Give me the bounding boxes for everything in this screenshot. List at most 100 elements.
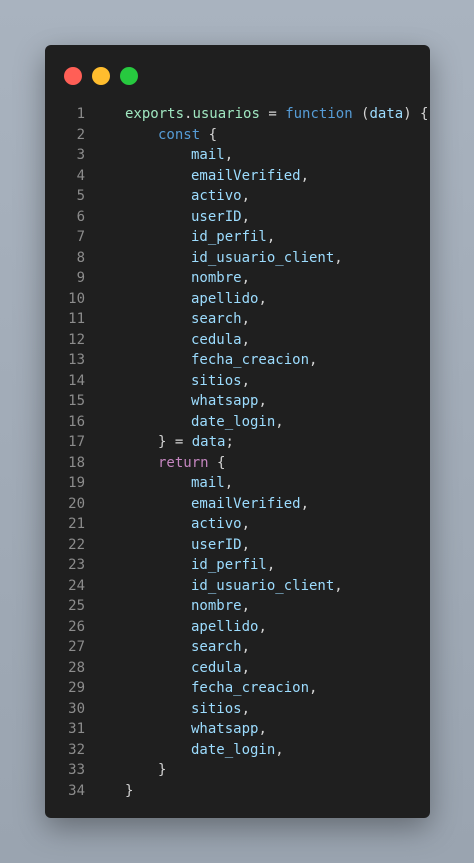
code-token: , (241, 270, 251, 286)
line-number: 7 (76, 229, 85, 245)
code-token: } (125, 782, 134, 799)
code-token: sitios (191, 372, 242, 389)
code-token: activo (191, 516, 242, 532)
line-number: 4 (76, 167, 85, 184)
code-text: activo, (105, 186, 250, 207)
code-line: 20 emailVerified, (45, 494, 430, 515)
line-number: 24 (68, 577, 85, 594)
line-number: 12 (68, 331, 85, 348)
code-token: fecha_creacion (191, 352, 310, 368)
line-number: 5 (76, 188, 85, 204)
code-token: emailVerified (191, 167, 301, 184)
code-line: 28 cedula, (45, 658, 430, 679)
code-token: , (275, 413, 284, 430)
code-text: exports.usuarios = function (data) { (105, 104, 429, 125)
code-text: userID, (105, 535, 250, 556)
minimize-button[interactable] (92, 67, 110, 85)
code-token: ) { (403, 106, 429, 122)
code-text: sitios, (105, 371, 250, 392)
code-token: , (241, 208, 251, 225)
code-token: , (224, 475, 234, 491)
code-text: id_perfil, (105, 555, 275, 576)
code-token: , (241, 659, 251, 676)
code-line: 4 emailVerified, (45, 166, 430, 187)
code-line: 6 userID, (45, 207, 430, 228)
code-text: userID, (105, 207, 250, 228)
code-token: date_login (191, 413, 276, 430)
code-token: , (241, 372, 251, 389)
code-editor: 1 exports.usuarios = function (data) {2 co… (45, 104, 430, 801)
code-token: , (309, 680, 318, 696)
code-token: exports (125, 106, 185, 122)
code-line: 12 cedula, (45, 330, 430, 351)
close-button[interactable] (64, 67, 82, 85)
code-text: cedula, (105, 330, 250, 351)
code-token: , (258, 290, 267, 307)
code-line: 10 apellido, (45, 289, 430, 310)
line-number: 31 (68, 721, 85, 737)
code-token: search (191, 311, 242, 327)
line-number: 15 (68, 393, 85, 409)
code-token: { (208, 454, 226, 471)
code-text: } (105, 760, 166, 781)
code-token: , (258, 393, 267, 409)
code-line: 7 id_perfil, (45, 227, 430, 248)
code-line: 23 id_perfil, (45, 555, 430, 576)
code-text: fecha_creacion, (105, 350, 317, 371)
code-token: , (309, 352, 318, 368)
code-line: 17} = data; (45, 432, 430, 453)
code-token: , (266, 557, 276, 573)
code-line: 1 exports.usuarios = function (data) { (45, 104, 430, 125)
code-token: , (300, 167, 310, 184)
line-number: 19 (68, 475, 85, 491)
code-window: 1 exports.usuarios = function (data) {2 co… (45, 45, 430, 818)
line-number: 29 (68, 680, 85, 696)
code-token: , (241, 188, 251, 204)
code-token: activo (191, 188, 242, 204)
code-line: 33} (45, 760, 430, 781)
code-token: , (334, 577, 343, 594)
line-number: 28 (68, 659, 85, 676)
code-text: fecha_creacion, (105, 678, 317, 699)
code-line: 27 search, (45, 637, 430, 658)
code-token: emailVerified (191, 495, 301, 512)
code-text: const { (105, 125, 217, 146)
code-token: , (334, 249, 343, 266)
code-line: 16 date_login, (45, 412, 430, 433)
line-number: 30 (68, 700, 85, 717)
line-number: 21 (68, 516, 85, 532)
code-token: whatsapp (191, 721, 259, 737)
code-token: sitios (191, 700, 242, 717)
code-token: userID (191, 536, 242, 553)
line-number: 3 (76, 147, 85, 163)
line-number: 23 (68, 557, 85, 573)
code-token: const (158, 126, 201, 143)
code-text: whatsapp, (105, 391, 267, 412)
code-text: apellido, (105, 617, 267, 638)
code-text: id_usuario_client, (105, 248, 343, 269)
code-token: id_usuario_client (191, 249, 335, 266)
code-token: nombre (191, 270, 242, 286)
code-token: , (258, 618, 267, 635)
code-text: search, (105, 309, 250, 330)
code-token: date_login (191, 741, 276, 758)
line-number: 14 (68, 372, 85, 389)
line-number: 20 (68, 495, 85, 512)
code-token: } = (158, 434, 192, 450)
code-token: cedula (191, 331, 242, 348)
code-line: 2 const { (45, 125, 430, 146)
line-number: 9 (76, 270, 85, 286)
code-token: return (158, 454, 209, 471)
code-text: } = data; (105, 432, 234, 453)
line-number: 34 (68, 782, 85, 799)
code-line: 8 id_usuario_client, (45, 248, 430, 269)
code-line: 34} (45, 781, 430, 802)
line-number: 13 (68, 352, 85, 368)
maximize-button[interactable] (120, 67, 138, 85)
line-number: 32 (68, 741, 85, 758)
code-text: apellido, (105, 289, 267, 310)
code-line: 9 nombre, (45, 268, 430, 289)
code-text: nombre, (105, 268, 250, 289)
code-token: , (241, 700, 251, 717)
code-token: { (200, 126, 218, 143)
